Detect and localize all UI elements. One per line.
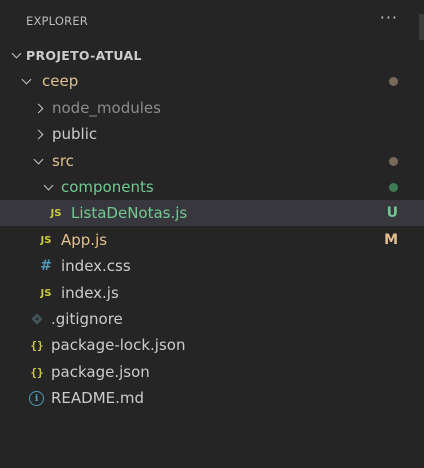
explorer-panel: EXPLORER ··· PROJETO-ATUAL ceep node_mod… bbox=[0, 0, 424, 468]
folder-label-node-modules: node_modules bbox=[52, 99, 161, 117]
tree-file-package-json[interactable]: {} package.json bbox=[0, 359, 424, 385]
tree-folder-public[interactable]: public bbox=[0, 121, 424, 147]
javascript-file-icon: JS bbox=[40, 234, 52, 246]
modified-badge: M bbox=[384, 232, 398, 248]
git-diamond-icon bbox=[29, 311, 45, 327]
tree-file-listadenotas[interactable]: JS ListaDeNotas.js U bbox=[0, 200, 424, 226]
css-file-icon: # bbox=[40, 258, 52, 274]
folder-label-public: public bbox=[52, 125, 98, 143]
file-label-listadenotas: ListaDeNotas.js bbox=[71, 204, 188, 222]
javascript-file-icon: JS bbox=[50, 207, 62, 219]
tree-file-gitignore[interactable]: .gitignore bbox=[0, 306, 424, 332]
chevron-down-icon bbox=[40, 179, 56, 195]
tree-root-projeto-atual[interactable]: PROJETO-ATUAL bbox=[0, 42, 424, 68]
json-file-icon: {} bbox=[30, 365, 44, 379]
folder-label-src: src bbox=[52, 152, 74, 170]
file-label-index-js: index.js bbox=[61, 284, 119, 302]
folder-label-components: components bbox=[61, 178, 154, 196]
tree-file-index-js[interactable]: JS index.js bbox=[0, 280, 424, 306]
tree-folder-ceep[interactable]: ceep bbox=[0, 68, 424, 94]
folder-label-ceep: ceep bbox=[42, 72, 79, 90]
tree-file-readme[interactable]: i README.md bbox=[0, 385, 424, 411]
root-folder-label: PROJETO-ATUAL bbox=[26, 47, 142, 63]
modified-dot-icon bbox=[389, 156, 398, 166]
modified-dot-icon bbox=[389, 76, 398, 86]
chevron-down-icon bbox=[30, 153, 46, 169]
file-label-app-js: App.js bbox=[61, 231, 108, 249]
tree-file-app-js[interactable]: JS App.js M bbox=[0, 227, 424, 253]
file-label-gitignore: .gitignore bbox=[51, 310, 123, 328]
file-label-readme: README.md bbox=[51, 389, 145, 407]
chevron-down-icon bbox=[8, 47, 24, 63]
tree-folder-src[interactable]: src bbox=[0, 148, 424, 174]
explorer-title: EXPLORER bbox=[26, 14, 88, 28]
tree-file-index-css[interactable]: # index.css bbox=[0, 253, 424, 279]
chevron-right-icon bbox=[30, 126, 46, 142]
file-label-package-lock-json: package-lock.json bbox=[51, 336, 186, 354]
chevron-down-icon bbox=[18, 73, 34, 89]
info-icon: i bbox=[29, 390, 44, 406]
untracked-badge: U bbox=[386, 205, 398, 221]
tree-folder-node-modules[interactable]: node_modules bbox=[0, 95, 424, 121]
untracked-dot-icon bbox=[389, 182, 398, 192]
chevron-right-icon bbox=[30, 100, 46, 116]
tree-folder-components[interactable]: components bbox=[0, 174, 424, 200]
file-label-package-json: package.json bbox=[51, 363, 150, 381]
javascript-file-icon: JS bbox=[40, 287, 52, 299]
json-file-icon: {} bbox=[30, 338, 44, 352]
tree-file-package-lock-json[interactable]: {} package-lock.json bbox=[0, 332, 424, 358]
explorer-header: EXPLORER ··· bbox=[0, 0, 424, 42]
more-actions-icon[interactable]: ··· bbox=[380, 10, 398, 26]
scrollbar-thumb[interactable] bbox=[419, 14, 424, 40]
file-label-index-css: index.css bbox=[61, 257, 131, 275]
